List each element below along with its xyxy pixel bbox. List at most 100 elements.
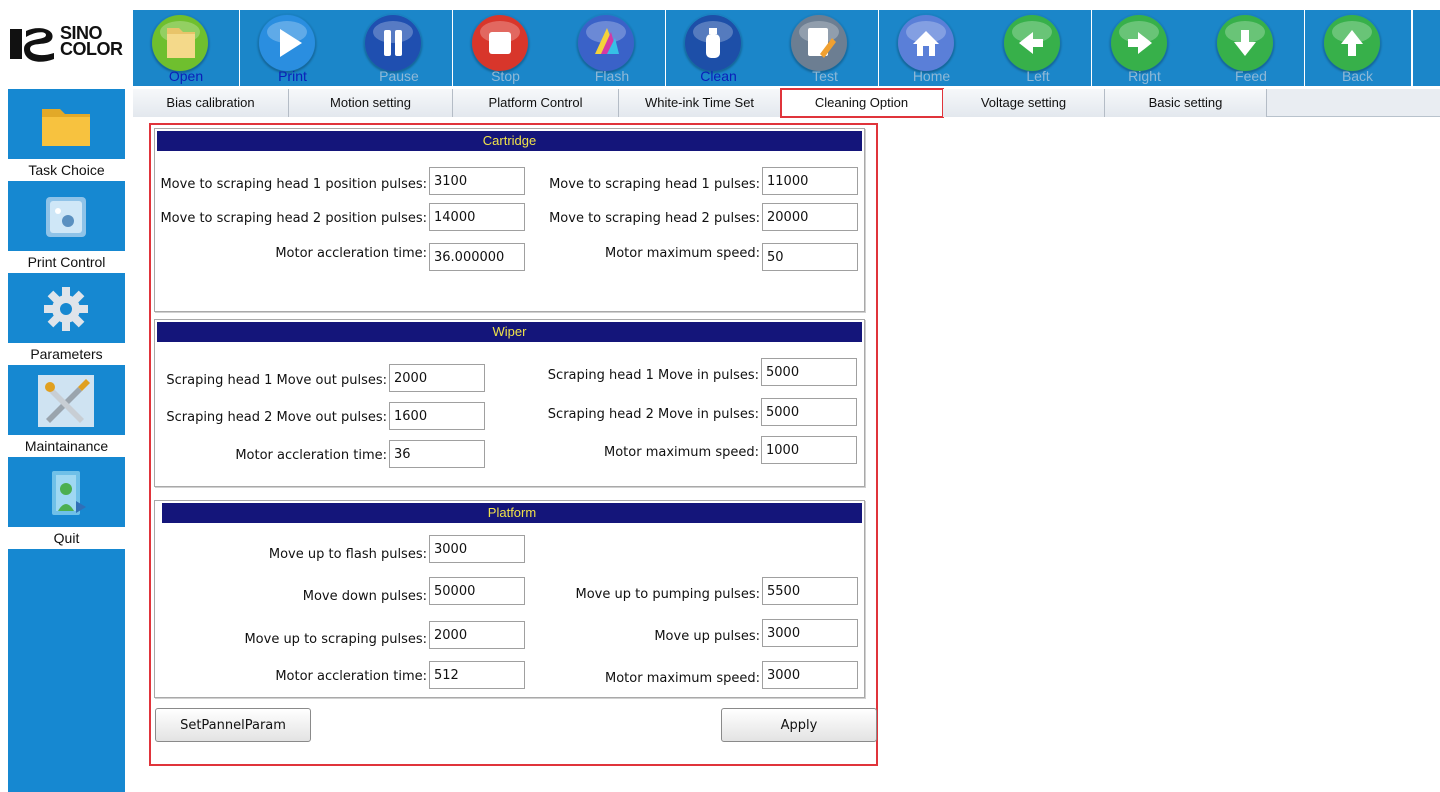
cartridge-head1-position-input[interactable] <box>429 167 525 195</box>
toolbar-stop-button[interactable]: Stop <box>452 10 559 86</box>
wiper-head2-out-input[interactable] <box>389 402 485 430</box>
platform-speed-input[interactable] <box>762 661 858 689</box>
sidebar-item-label: Task Choice <box>8 159 125 181</box>
tab-cleaning-option[interactable]: Cleaning Option <box>780 88 944 118</box>
toolbar-label: Home <box>912 68 951 84</box>
cartridge-accel-input[interactable] <box>429 243 525 271</box>
settings-tabs: Bias calibration Motion setting Platform C… <box>133 88 1440 118</box>
brand-text: SINO COLOR <box>60 24 123 59</box>
sidebar-item-label: Print Control <box>8 251 125 273</box>
toolbar-label: Flash <box>594 68 630 84</box>
platform-scraping-input[interactable] <box>429 621 525 649</box>
quit-icon <box>38 467 94 519</box>
platform-accel-input[interactable] <box>429 661 525 689</box>
wiper-group: Wiper Scraping head 1 Move out pulses: S… <box>154 319 865 487</box>
toolbar-label: Stop <box>491 68 520 84</box>
apply-button[interactable]: Apply <box>721 708 877 742</box>
tab-basic-setting[interactable]: Basic setting <box>1105 89 1267 117</box>
cartridge-group: Cartridge Move to scraping head 1 positi… <box>154 128 865 312</box>
wiper-accel-label: Motor accleration time: <box>235 448 387 463</box>
platform-group: Platform Move up to flash pulses: Move d… <box>154 500 865 698</box>
cartridge-head2-position-label: Move to scraping head 2 position pulses: <box>160 211 427 226</box>
toolbar-back-button[interactable]: Back <box>1304 10 1411 86</box>
folder-icon <box>38 99 94 151</box>
toolbar-label: Right <box>1128 68 1161 84</box>
cartridge-head2-position-input[interactable] <box>429 203 525 231</box>
toolbar-label: Back <box>1341 68 1374 84</box>
gear-icon <box>38 283 94 335</box>
toolbar-pause-button[interactable]: Pause <box>346 10 452 86</box>
arrow-right-icon <box>1110 14 1168 72</box>
tab-bias-calibration[interactable]: Bias calibration <box>133 89 289 117</box>
folder-icon <box>151 14 209 72</box>
platform-up-input[interactable] <box>762 619 858 647</box>
tab-voltage-setting[interactable]: Voltage setting <box>943 89 1105 117</box>
toolbar-right-button[interactable]: Right <box>1091 10 1198 86</box>
pause-icon <box>364 14 422 72</box>
set-pannel-param-button[interactable]: SetPannelParam <box>155 708 311 742</box>
wiper-head1-in-label: Scraping head 1 Move in pulses: <box>547 368 759 383</box>
cartridge-head2-pulses-input[interactable] <box>762 203 858 231</box>
test-pen-icon <box>790 14 848 72</box>
toolbar-label: Print <box>278 68 307 84</box>
sidebar-item-label: Parameters <box>8 343 125 365</box>
toolbar-open-button[interactable]: Open <box>133 10 239 86</box>
arrow-left-icon <box>1003 14 1061 72</box>
cartridge-accel-label: Motor accleration time: <box>275 246 427 261</box>
sidebar-item-task-choice[interactable]: Task Choice <box>8 89 125 181</box>
tools-icon <box>38 375 94 427</box>
main-toolbar: Open Print Pause Stop Flash Clean Test Home Left… <box>133 0 1440 88</box>
cartridge-head1-pulses-input[interactable] <box>762 167 858 195</box>
wiper-speed-label: Motor maximum speed: <box>604 445 759 460</box>
platform-flash-input[interactable] <box>429 535 525 563</box>
sino-color-logo: SINO COLOR <box>0 0 133 88</box>
wiper-head1-in-input[interactable] <box>761 358 857 386</box>
toolbar-flash-button[interactable]: Flash <box>559 10 665 86</box>
toolbar-left-button[interactable]: Left <box>985 10 1091 86</box>
wiper-accel-input[interactable] <box>389 440 485 468</box>
platform-down-input[interactable] <box>429 577 525 605</box>
wiper-head2-in-input[interactable] <box>761 398 857 426</box>
cartridge-speed-input[interactable] <box>762 243 858 271</box>
wiper-speed-input[interactable] <box>761 436 857 464</box>
cartridge-header: Cartridge <box>157 131 862 151</box>
toolbar-print-button[interactable]: Print <box>239 10 346 86</box>
sidebar-item-label: Quit <box>8 527 125 549</box>
toolbar-label: Left <box>1026 68 1050 84</box>
tab-white-ink-time-set[interactable]: White-ink Time Set <box>619 89 781 117</box>
platform-accel-label: Motor accleration time: <box>275 669 427 684</box>
cartridge-head1-pulses-label: Move to scraping head 1 pulses: <box>549 177 760 192</box>
wiper-head1-out-input[interactable] <box>389 364 485 392</box>
sidebar-item-label: Maintainance <box>8 435 125 457</box>
brand-line2: COLOR <box>60 39 123 59</box>
sidebar-item-parameters[interactable]: Parameters <box>8 273 125 365</box>
toolbar-home-button[interactable]: Home <box>878 10 985 86</box>
tab-motion-setting[interactable]: Motion setting <box>289 89 453 117</box>
sidebar-item-maintainance[interactable]: Maintainance <box>8 365 125 457</box>
toolbar-label: Test <box>812 68 838 84</box>
cartridge-head1-position-label: Move to scraping head 1 position pulses: <box>160 177 427 192</box>
toolbar-test-button[interactable]: Test <box>772 10 878 86</box>
tab-platform-control[interactable]: Platform Control <box>453 89 619 117</box>
toolbar-label: Pause <box>379 68 419 84</box>
platform-down-label: Move down pulses: <box>302 589 427 604</box>
arrow-down-icon <box>1216 14 1274 72</box>
print-control-icon <box>38 191 94 243</box>
toolbar-feed-button[interactable]: Feed <box>1198 10 1304 86</box>
platform-flash-label: Move up to flash pulses: <box>268 547 427 562</box>
cleaning-option-panel: Cartridge Move to scraping head 1 positi… <box>149 123 878 766</box>
sidebar-item-quit[interactable]: Quit <box>8 457 125 549</box>
wiper-head1-out-label: Scraping head 1 Move out pulses: <box>166 373 387 388</box>
toolbar-clean-button[interactable]: Clean <box>665 10 772 86</box>
wiper-head2-in-label: Scraping head 2 Move in pulses: <box>547 407 759 422</box>
sidebar-item-print-control[interactable]: Print Control <box>8 181 125 273</box>
platform-header: Platform <box>162 503 862 523</box>
toolbar-label: Open <box>168 68 204 84</box>
platform-speed-label: Motor maximum speed: <box>605 671 760 686</box>
ink-drops-icon <box>577 14 635 72</box>
platform-pumping-input[interactable] <box>762 577 858 605</box>
toolbar-label: Feed <box>1235 68 1267 84</box>
wiper-header: Wiper <box>157 322 862 342</box>
platform-scraping-label: Move up to scraping pulses: <box>244 632 427 647</box>
play-icon <box>258 14 316 72</box>
